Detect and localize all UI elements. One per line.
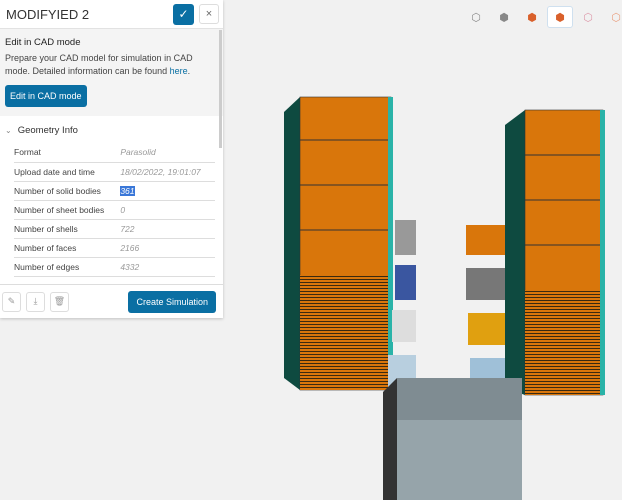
view-cube-orange-icon[interactable]: ⬢ bbox=[519, 6, 545, 28]
cad-description: Prepare your CAD model for simulation in… bbox=[5, 52, 218, 78]
table-row: Number of faces 2166 bbox=[14, 238, 215, 258]
view-toolbar: ⬡ ⬢ ⬢ ⬢ ⬡ ⬡ bbox=[463, 6, 622, 28]
row-value: 4332 bbox=[120, 257, 215, 277]
row-label: Number of faces bbox=[14, 238, 121, 258]
row-label: Upload date and time bbox=[14, 162, 121, 182]
base-box bbox=[383, 378, 522, 500]
download-icon[interactable]: ⤓ bbox=[26, 291, 45, 312]
cad-text: Prepare your CAD model for simulation in… bbox=[5, 53, 193, 76]
table-row: Number of shells 722 bbox=[14, 219, 215, 239]
panel-footer: ✎ ⤓ 🗑 Create Simulation bbox=[0, 284, 223, 318]
small-blocks bbox=[388, 220, 505, 390]
view-cube-outline-icon[interactable]: ⬡ bbox=[463, 6, 489, 28]
geometry-table: Format Parasolid Upload date and time 18/02… bbox=[14, 143, 215, 277]
row-value: Parasolid bbox=[120, 143, 215, 163]
value-text: 2166 bbox=[120, 242, 140, 253]
right-tower bbox=[505, 109, 605, 396]
view-cube-wire-icon[interactable]: ⬡ bbox=[603, 6, 622, 28]
here-link[interactable]: here bbox=[170, 66, 188, 76]
row-label: Number of shells bbox=[14, 219, 121, 239]
value-text: 4332 bbox=[120, 261, 140, 272]
row-value: 361 bbox=[120, 181, 215, 201]
table-row: Format Parasolid bbox=[14, 143, 215, 163]
edit-icon[interactable]: ✎ bbox=[2, 291, 21, 312]
row-value: 18/02/2022, 19:01:07 bbox=[120, 162, 215, 182]
table-row: Upload date and time 18/02/2022, 19:01:07 bbox=[14, 162, 215, 182]
view-cube-solid-icon[interactable]: ⬢ bbox=[491, 6, 517, 28]
row-label: Format bbox=[14, 143, 121, 163]
value-text: 0 bbox=[120, 204, 126, 215]
row-label: Number of sheet bodies bbox=[14, 200, 121, 220]
row-value: 722 bbox=[120, 219, 215, 239]
chevron-down-icon: ⌄ bbox=[5, 126, 12, 135]
value-text: Parasolid bbox=[120, 147, 156, 158]
cad-mode-section: Edit in CAD mode Prepare your CAD model … bbox=[0, 29, 223, 116]
delete-icon[interactable]: 🗑 bbox=[50, 291, 69, 312]
table-row: Number of solid bodies 361 bbox=[14, 181, 215, 201]
edit-in-cad-button[interactable]: Edit in CAD mode bbox=[5, 85, 87, 107]
panel-title: MODIFYIED 2 bbox=[6, 6, 90, 22]
confirm-button[interactable]: ✓ bbox=[173, 3, 194, 25]
close-button[interactable]: × bbox=[199, 4, 219, 24]
cad-title: Edit in CAD mode bbox=[5, 37, 81, 48]
scrollbar[interactable] bbox=[219, 30, 222, 148]
geometry-info-title: Geometry Info bbox=[17, 125, 78, 136]
left-tower bbox=[284, 96, 393, 391]
value-text: 361 bbox=[120, 185, 135, 196]
geometry-info-toggle[interactable]: ⌄ Geometry Info bbox=[0, 116, 223, 136]
view-cube-edges-icon[interactable]: ⬢ bbox=[547, 6, 573, 28]
create-simulation-button[interactable]: Create Simulation bbox=[128, 290, 216, 313]
period: . bbox=[187, 66, 191, 76]
geometry-panel: MODIFYIED 2 ✓ × Edit in CAD mode Prepare… bbox=[0, 0, 223, 318]
row-value: 0 bbox=[120, 200, 215, 220]
table-row: Number of sheet bodies 0 bbox=[14, 200, 215, 220]
value-text: 18/02/2022, 19:01:07 bbox=[120, 166, 201, 177]
row-label: Number of solid bodies bbox=[14, 181, 121, 201]
row-value: 2166 bbox=[120, 238, 215, 258]
view-cube-dotted-icon[interactable]: ⬡ bbox=[575, 6, 601, 28]
value-text: 722 bbox=[120, 223, 135, 234]
table-row: Number of edges 4332 bbox=[14, 257, 215, 277]
row-label: Number of edges bbox=[14, 257, 121, 277]
